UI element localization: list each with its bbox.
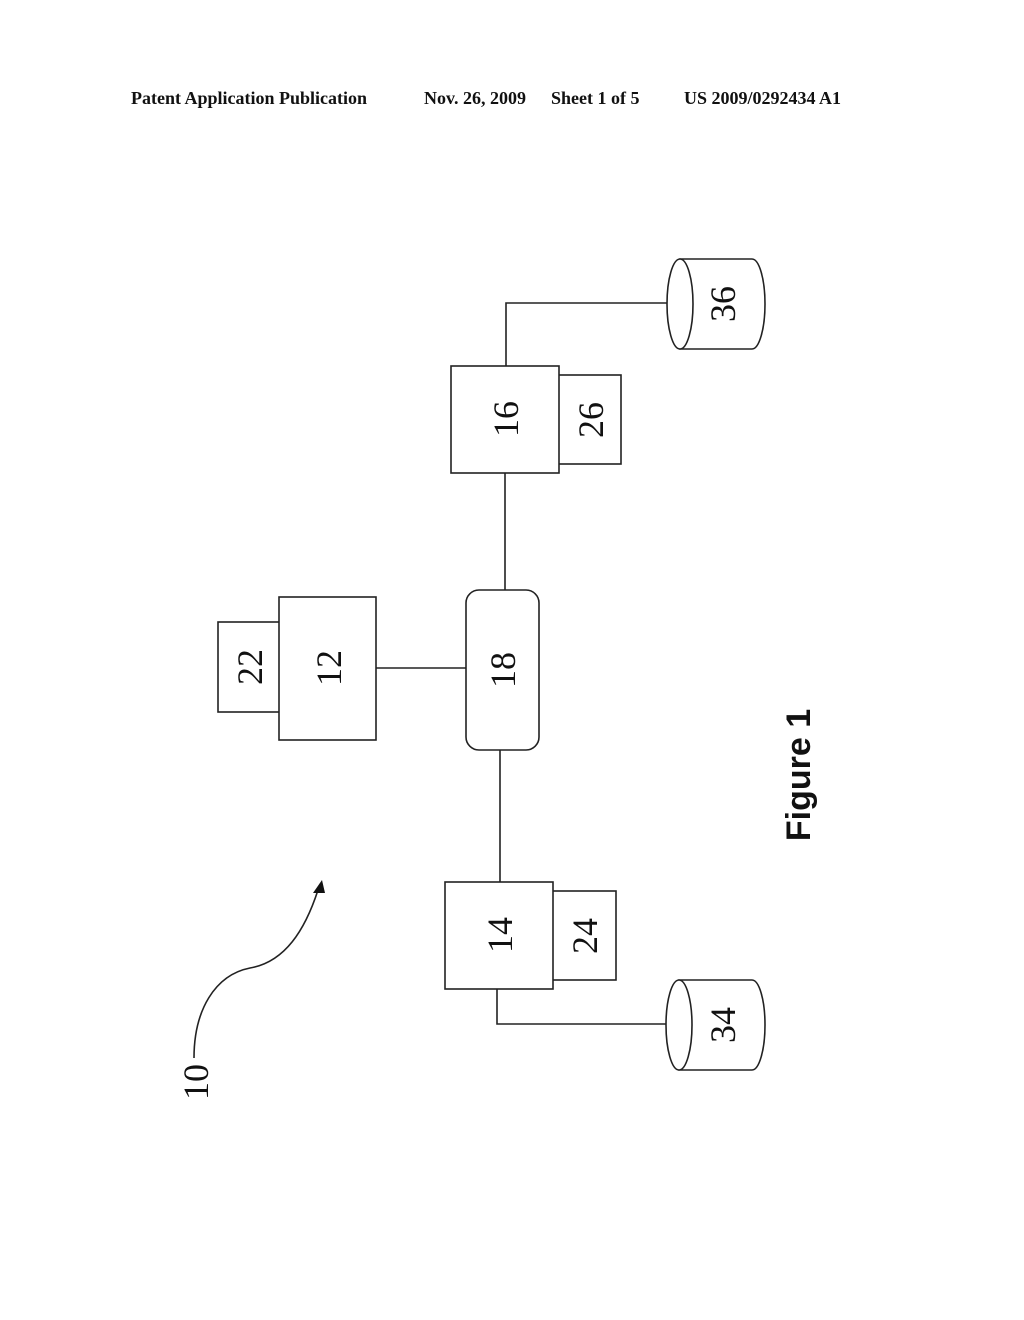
node-26-label: 26 [571, 402, 611, 438]
arrowhead-icon [313, 880, 325, 893]
node-16: 16 [450, 365, 560, 474]
node-12-label: 12 [309, 650, 349, 686]
node-16-label: 16 [486, 401, 526, 437]
system-reference-label: 10 [176, 1064, 216, 1100]
node-36-database: 36 [666, 258, 766, 350]
connector-14-34 [496, 989, 667, 1025]
node-24: 24 [551, 890, 617, 981]
node-34-label: 34 [703, 1007, 743, 1043]
node-14-label: 14 [480, 917, 520, 953]
node-18-label: 18 [483, 652, 523, 688]
node-12: 12 [278, 596, 377, 741]
figure-diagram: 22 12 18 26 16 36 24 14 34 10 Figure 1 [176, 258, 818, 1100]
node-24-label: 24 [565, 918, 605, 954]
system-reference: 10 [176, 880, 325, 1100]
leader-curve [193, 889, 319, 1059]
node-36-label: 36 [703, 286, 743, 322]
node-26: 26 [557, 374, 622, 465]
node-18: 18 [465, 589, 540, 751]
node-22-label: 22 [230, 649, 270, 685]
figure-caption: Figure 1 [780, 709, 818, 841]
node-34-database: 34 [665, 979, 766, 1071]
node-22: 22 [217, 621, 281, 713]
connector-16-36 [505, 302, 668, 366]
node-14: 14 [444, 881, 554, 990]
